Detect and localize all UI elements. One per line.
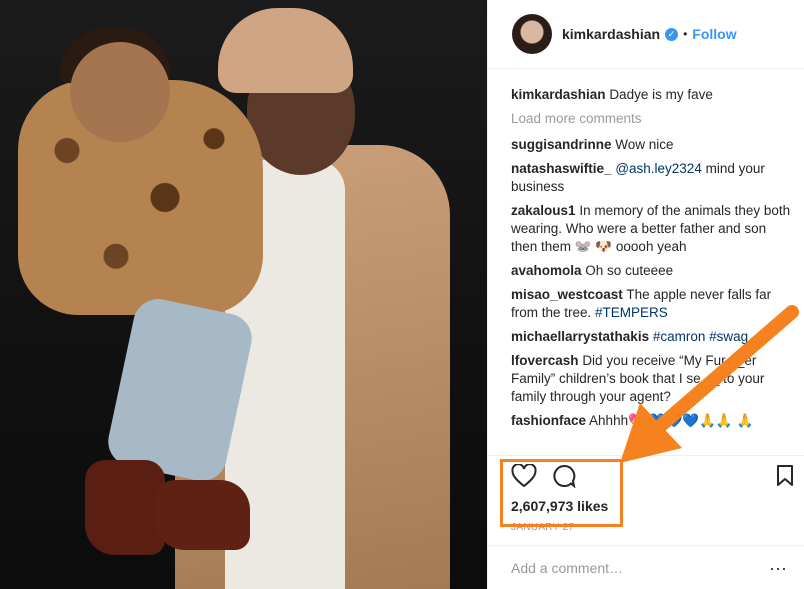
- post-header: kimkardashian ✓ • Follow: [488, 0, 804, 69]
- more-icon[interactable]: ···: [769, 558, 787, 579]
- avatar[interactable]: [512, 14, 552, 54]
- caption: kimkardashian Dadye is my fave: [511, 86, 791, 104]
- list-item: suggisandrinne Wow nice: [511, 136, 791, 154]
- comment-user[interactable]: suggisandrinne: [511, 137, 612, 152]
- comment-user[interactable]: zakalous1: [511, 203, 576, 218]
- verified-icon: ✓: [665, 27, 679, 41]
- list-item: zakalous1 In memory of the animals they …: [511, 202, 791, 256]
- list-item: natashaswiftie_ @ash.ley2324 mind your b…: [511, 160, 791, 196]
- comment-user[interactable]: lfovercash: [511, 353, 579, 368]
- username[interactable]: kimkardashian: [562, 26, 660, 42]
- photo-child-face: [70, 42, 170, 142]
- add-comment-bar: ···: [488, 545, 804, 589]
- post-photo[interactable]: [0, 0, 487, 589]
- add-comment-input[interactable]: [511, 559, 741, 576]
- load-more-comments[interactable]: Load more comments: [511, 110, 791, 128]
- separator-dot: •: [683, 27, 688, 41]
- comment-user[interactable]: avahomola: [511, 263, 582, 278]
- photo-boot: [85, 460, 165, 555]
- comment-user[interactable]: natashaswiftie_: [511, 161, 612, 176]
- comment-user[interactable]: kimkardashian: [511, 87, 606, 102]
- list-item: avahomola Oh so cuteeee: [511, 262, 791, 280]
- annotation-arrow: [620, 305, 799, 463]
- photo-boot: [155, 480, 250, 550]
- comment-user[interactable]: fashionface: [511, 413, 586, 428]
- comment-mention[interactable]: @ash.ley2324: [615, 161, 702, 176]
- comment-text: Wow nice: [615, 137, 674, 152]
- comment-text: Oh so cuteeee: [585, 263, 674, 278]
- follow-button[interactable]: Follow: [692, 26, 736, 42]
- photo-beanie: [218, 8, 353, 93]
- comment-text: Dadye is my fave: [609, 87, 713, 102]
